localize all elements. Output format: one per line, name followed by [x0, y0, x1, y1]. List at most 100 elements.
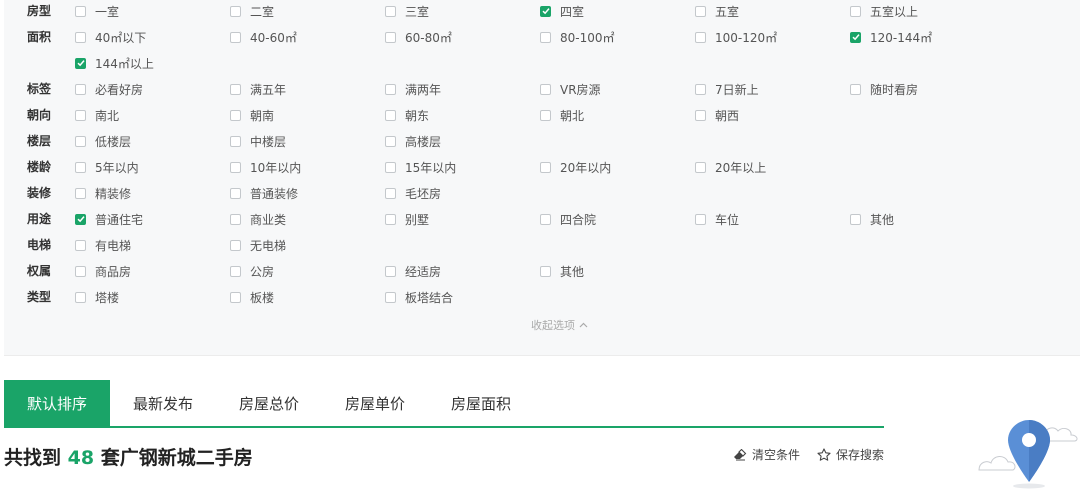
checkbox-icon[interactable] — [850, 5, 861, 17]
checkbox-icon[interactable] — [75, 161, 86, 173]
filter-option[interactable]: 其他 — [850, 208, 894, 230]
filter-option[interactable]: 普通装修 — [230, 182, 298, 204]
collapse-options-button[interactable]: 收起选项 — [531, 317, 588, 333]
checkbox-icon[interactable] — [230, 213, 241, 225]
checkbox-icon[interactable] — [385, 109, 396, 121]
checkbox-icon[interactable] — [695, 5, 706, 17]
filter-option[interactable]: 高楼层 — [385, 130, 441, 152]
checkbox-checked-icon[interactable] — [540, 5, 551, 17]
checkbox-icon[interactable] — [230, 291, 241, 303]
filter-option[interactable]: 三室 — [385, 0, 429, 22]
checkbox-icon[interactable] — [540, 31, 551, 43]
sort-tab[interactable]: 房屋面积 — [428, 380, 534, 426]
checkbox-icon[interactable] — [230, 187, 241, 199]
checkbox-icon[interactable] — [75, 83, 86, 95]
filter-option[interactable]: 朝西 — [695, 104, 739, 126]
checkbox-icon[interactable] — [75, 239, 86, 251]
checkbox-icon[interactable] — [230, 161, 241, 173]
filter-option[interactable]: 商业类 — [230, 208, 286, 230]
filter-option[interactable]: 满两年 — [385, 78, 441, 100]
filter-option[interactable]: 板楼 — [230, 286, 274, 308]
filter-option[interactable]: 有电梯 — [75, 234, 131, 256]
filter-option[interactable]: 100-120㎡ — [695, 26, 777, 48]
checkbox-icon[interactable] — [75, 31, 86, 43]
checkbox-checked-icon[interactable] — [850, 31, 861, 43]
checkbox-icon[interactable] — [385, 187, 396, 199]
filter-option[interactable]: 板塔结合 — [385, 286, 453, 308]
filter-option[interactable]: 塔楼 — [75, 286, 119, 308]
filter-option[interactable]: 朝南 — [230, 104, 274, 126]
filter-option[interactable]: 毛坯房 — [385, 182, 441, 204]
checkbox-icon[interactable] — [695, 83, 706, 95]
checkbox-icon[interactable] — [385, 161, 396, 173]
checkbox-icon[interactable] — [695, 109, 706, 121]
checkbox-icon[interactable] — [230, 109, 241, 121]
checkbox-icon[interactable] — [230, 265, 241, 277]
filter-option[interactable]: 一室 — [75, 0, 119, 22]
checkbox-icon[interactable] — [385, 291, 396, 303]
filter-option[interactable]: 40㎡以下 — [75, 26, 146, 48]
sort-tab[interactable]: 最新发布 — [110, 380, 216, 426]
checkbox-icon[interactable] — [230, 5, 241, 17]
filter-option[interactable]: 144㎡以上 — [75, 52, 154, 74]
checkbox-icon[interactable] — [385, 83, 396, 95]
filter-option[interactable]: 随时看房 — [850, 78, 918, 100]
filter-option[interactable]: 40-60㎡ — [230, 26, 297, 48]
filter-option[interactable]: 车位 — [695, 208, 739, 230]
checkbox-icon[interactable] — [385, 5, 396, 17]
filter-option[interactable]: 五室 — [695, 0, 739, 22]
filter-option[interactable]: 二室 — [230, 0, 274, 22]
checkbox-icon[interactable] — [75, 5, 86, 17]
checkbox-icon[interactable] — [540, 83, 551, 95]
filter-option[interactable]: 朝东 — [385, 104, 429, 126]
filter-option[interactable]: 四合院 — [540, 208, 596, 230]
filter-option[interactable]: 精装修 — [75, 182, 131, 204]
filter-option[interactable]: 5年以内 — [75, 156, 139, 178]
checkbox-icon[interactable] — [695, 31, 706, 43]
checkbox-icon[interactable] — [385, 31, 396, 43]
filter-option[interactable]: 普通住宅 — [75, 208, 143, 230]
checkbox-icon[interactable] — [75, 109, 86, 121]
checkbox-icon[interactable] — [75, 187, 86, 199]
checkbox-icon[interactable] — [540, 265, 551, 277]
checkbox-icon[interactable] — [540, 213, 551, 225]
filter-option[interactable]: 80-100㎡ — [540, 26, 615, 48]
checkbox-checked-icon[interactable] — [75, 213, 86, 225]
checkbox-icon[interactable] — [695, 213, 706, 225]
checkbox-icon[interactable] — [75, 135, 86, 147]
filter-option[interactable]: 必看好房 — [75, 78, 143, 100]
checkbox-icon[interactable] — [230, 83, 241, 95]
filter-option[interactable]: 公房 — [230, 260, 274, 282]
checkbox-icon[interactable] — [385, 135, 396, 147]
checkbox-icon[interactable] — [850, 213, 861, 225]
filter-option[interactable]: 其他 — [540, 260, 584, 282]
filter-option[interactable]: 满五年 — [230, 78, 286, 100]
checkbox-icon[interactable] — [75, 265, 86, 277]
checkbox-icon[interactable] — [385, 265, 396, 277]
filter-option[interactable]: 商品房 — [75, 260, 131, 282]
filter-option[interactable]: 20年以上 — [695, 156, 766, 178]
filter-option[interactable]: 无电梯 — [230, 234, 286, 256]
checkbox-icon[interactable] — [540, 161, 551, 173]
filter-option[interactable]: 低楼层 — [75, 130, 131, 152]
sort-tab[interactable]: 房屋总价 — [216, 380, 322, 426]
checkbox-icon[interactable] — [230, 135, 241, 147]
filter-option[interactable]: 7日新上 — [695, 78, 759, 100]
save-search-button[interactable]: 保存搜索 — [817, 446, 884, 463]
filter-option[interactable]: 南北 — [75, 104, 119, 126]
filter-option[interactable]: 60-80㎡ — [385, 26, 452, 48]
filter-option[interactable]: 120-144㎡ — [850, 26, 932, 48]
filter-option[interactable]: 10年以内 — [230, 156, 301, 178]
filter-option[interactable]: 中楼层 — [230, 130, 286, 152]
checkbox-icon[interactable] — [540, 109, 551, 121]
filter-option[interactable]: 经适房 — [385, 260, 441, 282]
checkbox-icon[interactable] — [230, 239, 241, 251]
checkbox-icon[interactable] — [230, 31, 241, 43]
filter-option[interactable]: 五室以上 — [850, 0, 918, 22]
checkbox-icon[interactable] — [850, 83, 861, 95]
filter-option[interactable]: 15年以内 — [385, 156, 456, 178]
filter-option[interactable]: 朝北 — [540, 104, 584, 126]
filter-option[interactable]: 四室 — [540, 0, 584, 22]
checkbox-icon[interactable] — [75, 291, 86, 303]
checkbox-icon[interactable] — [385, 213, 396, 225]
